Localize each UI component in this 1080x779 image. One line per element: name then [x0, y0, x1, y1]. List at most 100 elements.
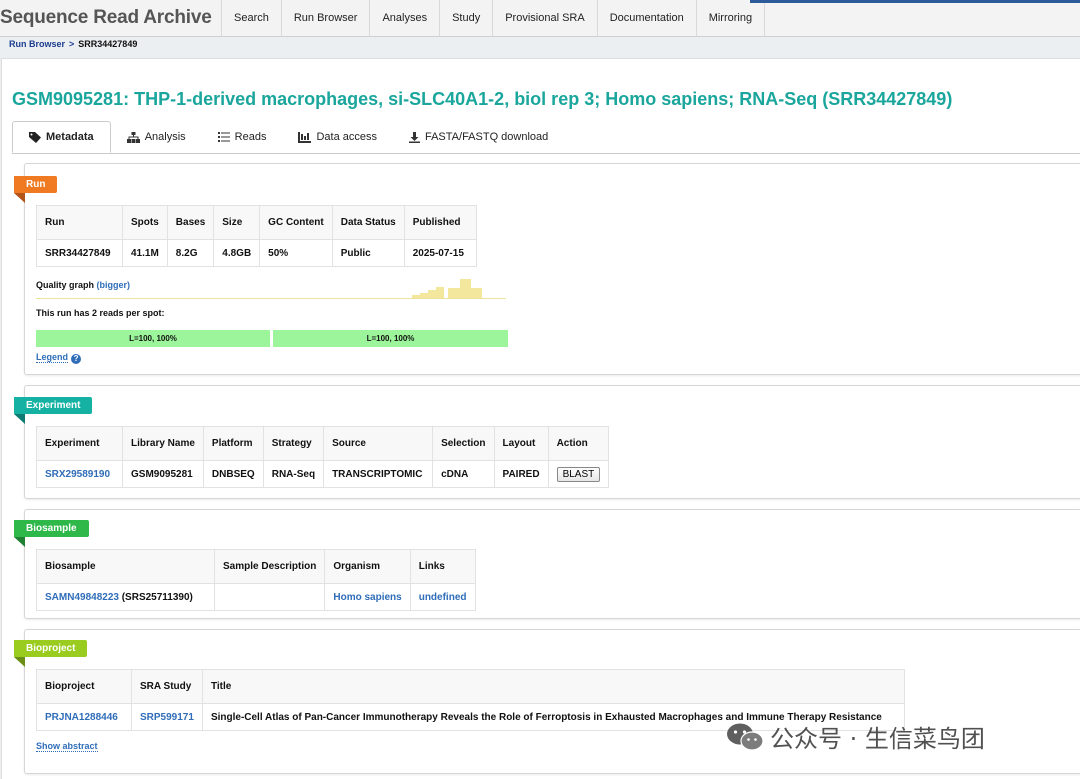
tab-metadata[interactable]: Metadata [12, 121, 111, 153]
biosample-table: Biosample Sample Description Organism Li… [36, 549, 476, 611]
biosample-accession-link[interactable]: SAMN49848223 [45, 592, 119, 603]
run-size: 4.8GB [213, 239, 261, 267]
column-header: Links [409, 549, 476, 584]
ribbon-fold [14, 657, 25, 667]
column-header: Action [547, 426, 610, 461]
database-icon [298, 131, 312, 143]
sitemap-icon [126, 131, 140, 143]
column-header: Platform [202, 426, 264, 461]
biosample-section: Biosample Biosample Sample Description O… [14, 509, 1080, 619]
legend-link[interactable]: Legend [36, 352, 69, 363]
links-link[interactable]: undefined [419, 592, 467, 603]
tab-reads[interactable]: Reads [202, 121, 283, 153]
run-bases: 8.2G [166, 239, 215, 267]
organism-link[interactable]: Homo sapiens [333, 592, 401, 603]
nav-search[interactable]: Search [221, 0, 281, 37]
library-name: GSM9095281 [122, 460, 204, 488]
legend-row: Legend? [36, 352, 82, 364]
run-spots: 41.1M [122, 239, 168, 267]
table-header-row: Experiment Library Name Platform Strateg… [36, 426, 610, 461]
column-header: SRA Study [131, 669, 203, 704]
column-header: Source [323, 426, 434, 461]
experiment-accession-link[interactable]: SRX29589190 [45, 469, 110, 480]
table-header-row: Biosample Sample Description Organism Li… [36, 549, 476, 584]
blast-button[interactable]: BLAST [556, 466, 601, 482]
table-row: SAMN49848223 (SRS25711390) Homo sapiens … [36, 583, 476, 611]
strategy: RNA-Seq [262, 460, 325, 488]
column-header: Library Name [122, 426, 204, 461]
experiment-accession-cell: SRX29589190 [36, 460, 123, 488]
tab-label: Analysis [144, 131, 186, 143]
nav-study[interactable]: Study [439, 0, 492, 37]
layout: PAIRED [493, 460, 549, 488]
nav-mirroring[interactable]: Mirroring [695, 0, 766, 37]
organism-cell: Homo sapiens [324, 583, 411, 611]
experiment-ribbon-label: Experiment [26, 400, 81, 411]
tab-label: Data access [316, 131, 377, 143]
tag-icon [29, 131, 41, 143]
sra-study-link[interactable]: SRP599171 [140, 712, 194, 723]
show-abstract-link[interactable]: Show abstract [36, 741, 98, 752]
action-cell: BLAST [547, 460, 610, 488]
column-header: Bases [166, 205, 215, 240]
tab-label: Reads [234, 131, 267, 143]
column-header: Organism [324, 549, 411, 584]
bioproject-cell: PRJNA1288446 [36, 703, 132, 731]
breadcrumb: Run Browser > SRR34427849 [9, 39, 137, 49]
tab-fasta-download[interactable]: FASTA/FASTQ download [393, 121, 564, 153]
run-gc-content: 50% [259, 239, 333, 267]
breadcrumb-run-browser[interactable]: Run Browser [9, 39, 65, 49]
column-header: Run [36, 205, 123, 240]
table-header-row: Bioproject SRA Study Title [36, 669, 905, 704]
read-bar-2: L=100, 100% [273, 330, 508, 347]
main-panel: GSM9095281: THP-1-derived macrophages, s… [1, 58, 1080, 779]
table-row: SRX29589190 GSM9095281 DNBSEQ RNA-Seq TR… [36, 460, 610, 488]
column-header: Sample Description [213, 549, 326, 584]
nav-provisional-sra[interactable]: Provisional SRA [492, 0, 596, 37]
column-header: Title [201, 669, 905, 704]
bioproject-ribbon: Bioproject [14, 640, 88, 667]
run-published: 2025-07-15 [403, 239, 477, 267]
column-header: Experiment [36, 426, 123, 461]
breadcrumb-current: SRR34427849 [78, 39, 138, 49]
list-icon [217, 132, 230, 142]
top-navigation-bar: Sequence Read Archive Search Run Browser… [0, 0, 1080, 37]
watermark: 公众号 · 生信菜鸟团 [726, 719, 985, 754]
column-header: Published [403, 205, 477, 240]
read-bar-1: L=100, 100% [36, 330, 270, 347]
column-header: GC Content [259, 205, 333, 240]
sra-study-cell: SRP599171 [131, 703, 203, 731]
biosample-ribbon-label: Biosample [26, 523, 77, 534]
column-header: Size [213, 205, 261, 240]
tab-analysis[interactable]: Analysis [111, 121, 202, 153]
brand-title[interactable]: Sequence Read Archive [0, 7, 212, 29]
column-header: Selection [432, 426, 495, 461]
selection: cDNA [432, 460, 495, 488]
column-header: Bioproject [36, 669, 132, 704]
sra-sample-id: (SRS25711390) [121, 591, 193, 603]
run-ribbon: Run [14, 176, 58, 203]
quality-graph [36, 279, 506, 299]
run-accession: SRR34427849 [36, 239, 123, 267]
download-icon [408, 131, 420, 143]
bioproject-link[interactable]: PRJNA1288446 [45, 712, 118, 723]
table-row: SRR34427849 41.1M 8.2G 4.8GB 50% Public … [36, 239, 477, 267]
column-header: Biosample [36, 549, 215, 584]
nav-analyses[interactable]: Analyses [369, 0, 439, 37]
table-header-row: Run Spots Bases Size GC Content Data Sta… [36, 205, 477, 240]
column-header: Strategy [262, 426, 325, 461]
header-accent-line [750, 0, 1080, 3]
help-icon[interactable]: ? [71, 354, 82, 364]
ribbon-fold [14, 537, 25, 547]
page-title: GSM9095281: THP-1-derived macrophages, s… [12, 89, 953, 109]
tab-data-access[interactable]: Data access [282, 121, 393, 153]
watermark-text: 公众号 · 生信菜鸟团 [770, 725, 985, 753]
biosample-ribbon: Biosample [14, 520, 89, 547]
ribbon-fold [14, 193, 25, 203]
column-header: Layout [493, 426, 549, 461]
tab-bar: Metadata Analysis Reads Data access FAST… [12, 121, 564, 153]
source: TRANSCRIPTOMIC [323, 460, 434, 488]
tab-label: FASTA/FASTQ download [424, 131, 549, 143]
nav-run-browser[interactable]: Run Browser [280, 0, 370, 37]
nav-documentation[interactable]: Documentation [596, 0, 696, 37]
